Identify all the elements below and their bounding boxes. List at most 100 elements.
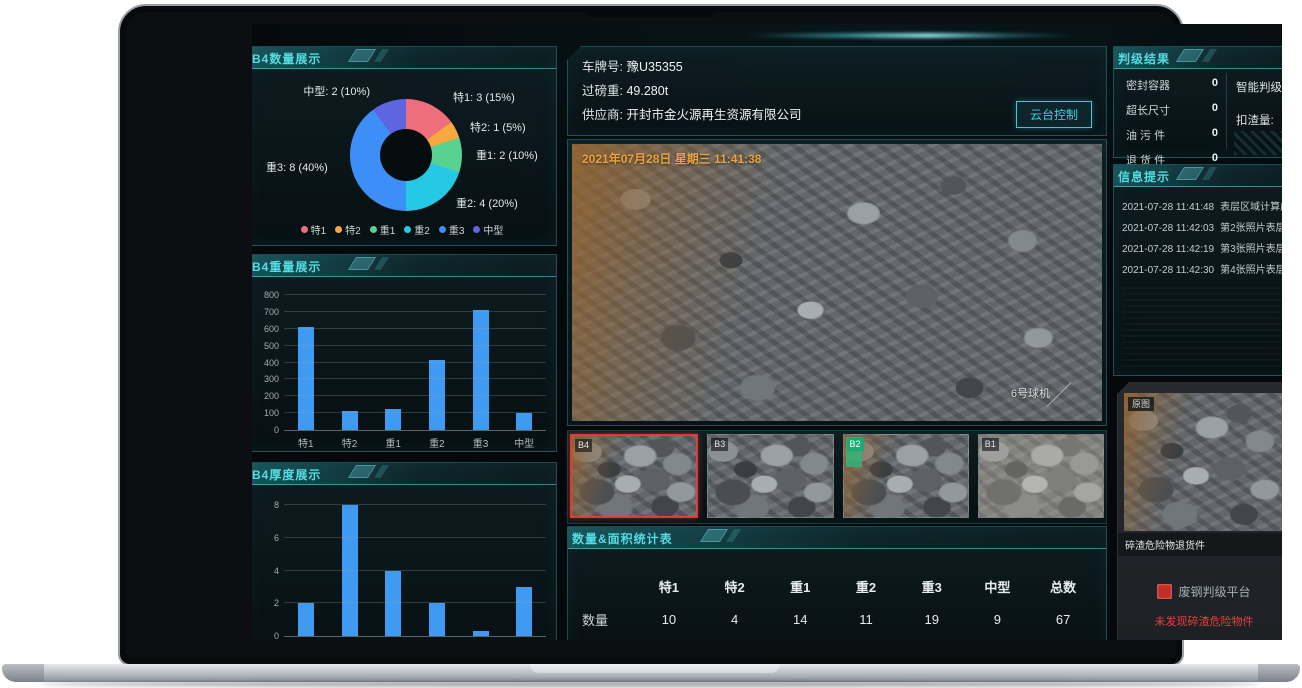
screen: B4数量展示 中型: 2 (10%) 特1: 3 (15%) 特2: 1 (5%…: [252, 24, 1282, 640]
legend-item[interactable]: 中型: [473, 222, 503, 237]
weight-bar-chart: 0100200300400500600700800 特1特2重1重2重3中型: [284, 295, 546, 450]
x-axis-label: 重2: [415, 435, 459, 450]
table-header-row: 特1特2重1重2重3中型总数: [578, 577, 1096, 596]
message-time: 2021-07-28 11:42:19: [1122, 239, 1214, 260]
main-photo[interactable]: 2021年07月28日 星期三 11:41:38 6号球机: [572, 144, 1102, 421]
bar-slot: [284, 295, 328, 430]
laptop-base-notch: [530, 664, 780, 673]
table-header-cell: 特2: [702, 577, 768, 596]
weight-plot-area: 0100200300400500600700800: [284, 295, 546, 431]
photo-thumbnail[interactable]: B1: [978, 434, 1104, 518]
bar[interactable]: [342, 411, 358, 430]
legend-dot-icon: [370, 226, 377, 233]
quantity-legend: 特1 特2 重1 重2 重3 中型: [252, 222, 556, 237]
y-axis-tick: 0: [274, 425, 279, 435]
bar-slot: [371, 505, 415, 636]
message-item[interactable]: 2021-07-28 11:42:19第3张照片表层: [1122, 239, 1282, 260]
bar[interactable]: [342, 505, 358, 636]
crane-cable-line: [1047, 382, 1072, 407]
quantity-panel: B4数量展示 中型: 2 (10%) 特1: 3 (15%) 特2: 1 (5%…: [252, 46, 557, 246]
table-cell: 11: [833, 612, 899, 627]
table-header-cell: 特1: [636, 577, 702, 596]
x-axis-label: 特1: [284, 435, 328, 450]
donut-callout-zhong1: 重1: 2 (10%): [476, 147, 538, 163]
table-header-cell: 总数: [1030, 577, 1096, 596]
gridline: [284, 311, 546, 312]
platform-logo-icon: [1157, 584, 1172, 599]
table-cell: 9: [965, 612, 1031, 627]
photo-camera-label: 6号球机: [1011, 385, 1050, 401]
ptz-control-button[interactable]: 云台控制: [1016, 101, 1092, 128]
legend-item[interactable]: 重2: [404, 222, 430, 237]
table-cell: 10: [636, 612, 702, 627]
y-axis-tick: 8: [274, 500, 279, 510]
bar[interactable]: [473, 631, 489, 636]
photo-thumbnail[interactable]: B3: [707, 434, 833, 518]
platform-row: 废钢判级平台: [1118, 583, 1282, 600]
message-text: 第2张照片表层: [1220, 218, 1282, 239]
bar[interactable]: [516, 587, 532, 636]
weight-panel: B4重量展示 0100200300400500600700800 特1特2重1重…: [252, 254, 557, 452]
bar-slot: [284, 505, 328, 636]
header-decor: [1202, 167, 1217, 180]
messages-header: 信息提示: [1114, 165, 1282, 187]
thickness-panel: B4厚度展示 02468 特1特2重1重2重3中型: [252, 462, 557, 640]
bar[interactable]: [385, 571, 401, 637]
bar-slot: [502, 505, 546, 636]
donut-callout-zhong2: 重2: 4 (20%): [456, 195, 518, 211]
message-item[interactable]: 2021-07-28 11:41:48表层区域计算成: [1122, 197, 1282, 218]
bar[interactable]: [298, 603, 314, 636]
message-item[interactable]: 2021-07-28 11:42:30第4张照片表层: [1122, 260, 1282, 281]
photo-thumbnail[interactable]: B2: [843, 434, 969, 518]
legend-item[interactable]: 特2: [335, 222, 361, 237]
photo-thumbnail[interactable]: B4: [570, 434, 698, 518]
vehicle-info-panel: 车牌号: 豫U35355 过磅重: 49.280t 供应商: 开封市金火源再生资…: [567, 46, 1107, 136]
quantity-panel-header: B4数量展示: [252, 47, 556, 69]
platform-name: 废钢判级平台: [1178, 583, 1250, 600]
messages-title: 信息提示: [1118, 168, 1170, 185]
stats-table-header: 数量&面积统计表: [568, 527, 1106, 549]
legend-item[interactable]: 特1: [301, 222, 327, 237]
weight-panel-title: B4重量展示: [252, 258, 321, 275]
message-item[interactable]: 2021-07-28 11:42:03第2张照片表层: [1122, 218, 1282, 239]
x-axis-label: 特2: [328, 435, 372, 450]
gridline: [284, 328, 546, 329]
thumbnail-badge: B2: [847, 438, 864, 451]
table-header-cell: 重1: [767, 577, 833, 596]
original-image[interactable]: 原图: [1124, 393, 1282, 531]
bar[interactable]: [516, 413, 532, 430]
header-decor: [348, 49, 376, 62]
gridline: [284, 602, 546, 603]
table-cell: 14: [767, 612, 833, 627]
bar-slot: [415, 505, 459, 636]
legend-dot-icon: [439, 226, 446, 233]
gridline: [284, 537, 546, 538]
gridline: [284, 378, 546, 379]
original-image-panel: 原图 碎渣危险物退货件 废钢判级平台 未发现碎渣危险物件: [1117, 382, 1282, 640]
weigh-value: 49.280t: [626, 84, 668, 98]
laptop-shadow: [40, 681, 1262, 687]
camera-notch: [586, 8, 716, 17]
weigh-row: 过磅重: 49.280t: [568, 79, 1106, 103]
gridline: [284, 504, 546, 505]
gridline: [284, 362, 546, 363]
message-time: 2021-07-28 11:41:48: [1122, 197, 1214, 218]
header-decor: [1176, 167, 1204, 180]
legend-item[interactable]: 重3: [439, 222, 465, 237]
thumbnail-strip-panel: B4 B3 B2 B1: [567, 430, 1107, 524]
y-axis-tick: 100: [264, 408, 279, 418]
laptop-screen-shell: B4数量展示 中型: 2 (10%) 特1: 3 (15%) 特2: 1 (5%…: [118, 4, 1184, 666]
table-cell: 19: [899, 612, 965, 627]
header-decor: [374, 465, 389, 478]
header-decor: [374, 257, 389, 270]
stats-table-title: 数量&面积统计表: [572, 530, 673, 547]
thumbnail-strip: B4 B3 B2 B1: [568, 431, 1106, 521]
legend-dot-icon: [301, 226, 308, 233]
grading-field-value: 0: [1212, 127, 1218, 143]
legend-item[interactable]: 重1: [370, 222, 396, 237]
bar[interactable]: [429, 603, 445, 636]
thumbnail-badge: B3: [711, 438, 728, 451]
thickness-panel-header: B4厚度展示: [252, 463, 556, 485]
laptop-mockup: B4数量展示 中型: 2 (10%) 特1: 3 (15%) 特2: 1 (5%…: [0, 0, 1302, 688]
grading-header: 判级结果: [1114, 47, 1282, 69]
